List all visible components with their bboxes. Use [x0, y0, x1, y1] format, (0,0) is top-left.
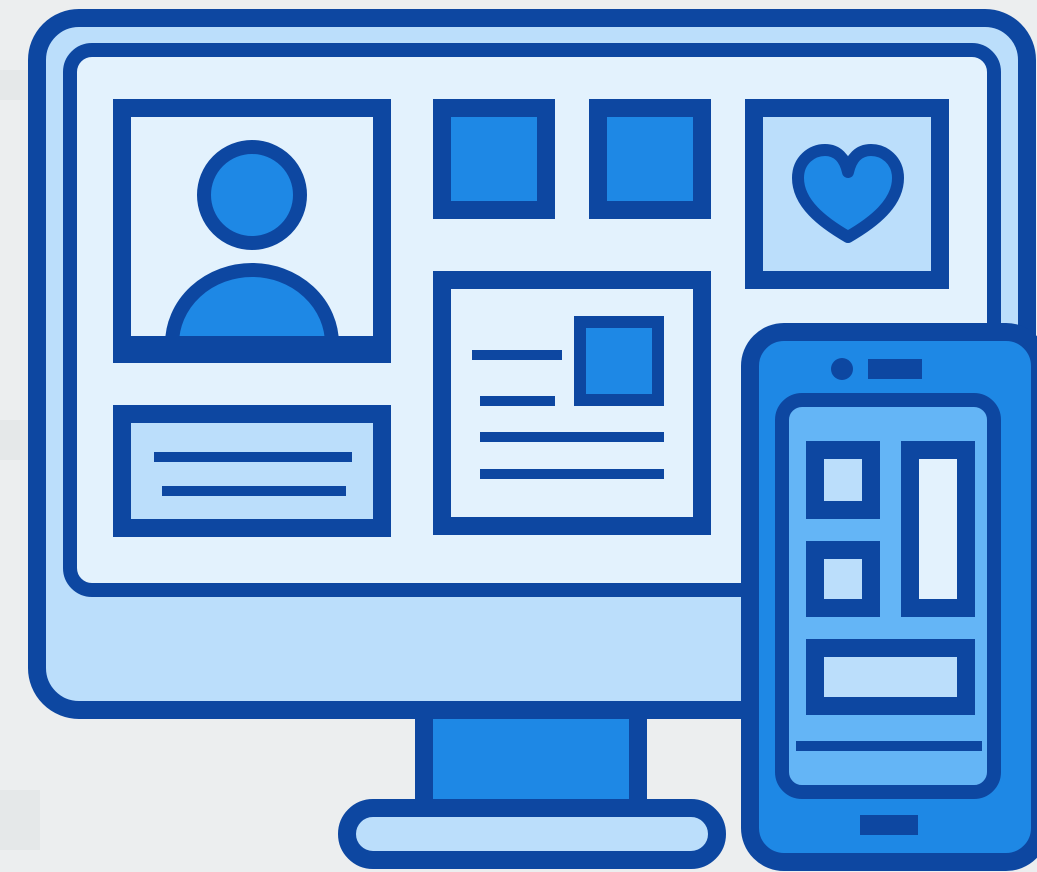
phone-small-tile-1: [806, 441, 880, 519]
text-card: [113, 405, 391, 537]
phone-camera-icon: [831, 358, 853, 380]
phone-speaker-icon: [868, 359, 922, 379]
illustration-canvas: [0, 0, 1037, 872]
article-card: [433, 271, 711, 535]
smartphone: [741, 323, 1037, 871]
user-avatar-icon: [197, 140, 307, 250]
user-profile-card: [113, 99, 391, 363]
responsive-devices-illustration: [0, 9, 1037, 871]
phone-small-tile-2: [806, 541, 880, 617]
article-thumbnail: [574, 316, 664, 406]
tile-1: [433, 99, 555, 219]
phone-tall-panel: [901, 441, 975, 617]
phone-home-button-icon: [860, 815, 918, 835]
phone-wide-panel: [806, 639, 975, 715]
tile-2: [589, 99, 711, 219]
monitor-stand-base: [338, 799, 726, 869]
favorite-heart-card: [745, 99, 949, 289]
